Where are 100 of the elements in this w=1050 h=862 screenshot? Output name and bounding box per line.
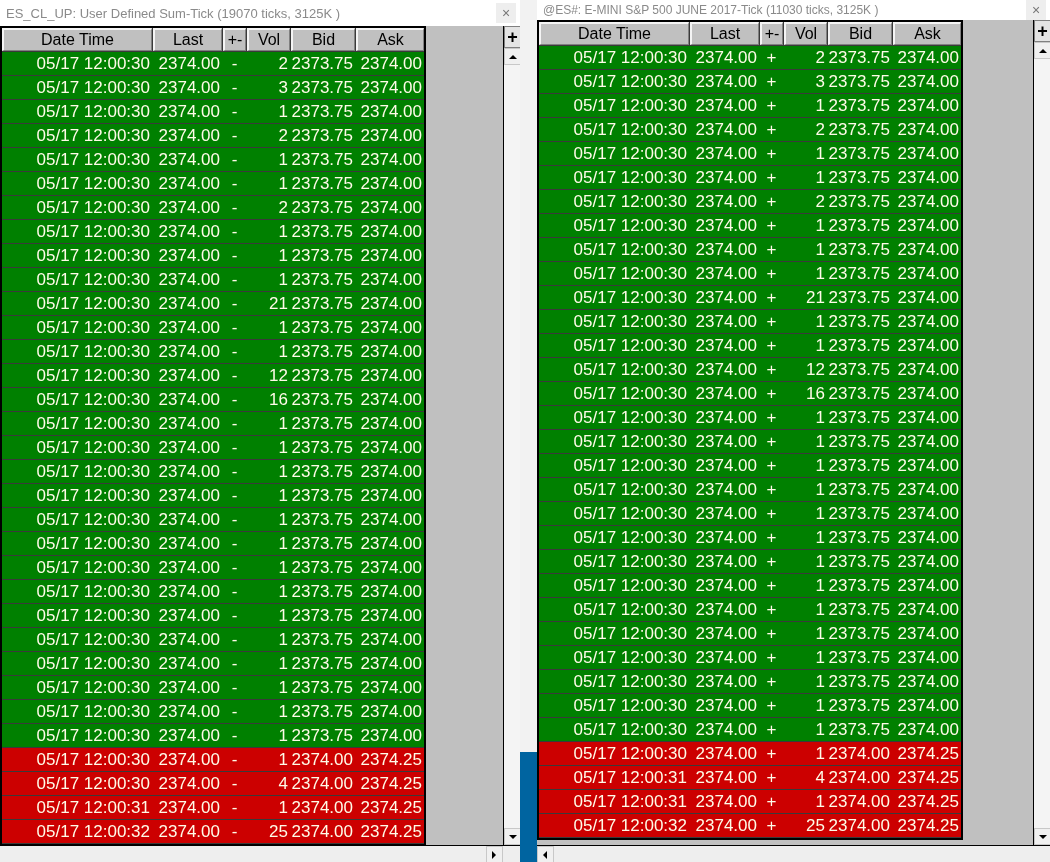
- table-cell-text: 05/17 12:00:30: [35, 628, 151, 651]
- table-cell-text: 2374.00: [157, 172, 221, 195]
- table-cell-text: -: [230, 292, 239, 315]
- table-cell-text: 2374.00: [694, 502, 758, 525]
- scroll-right-button[interactable]: [486, 846, 503, 862]
- table-cell-text: 2373.75: [828, 694, 891, 717]
- table-cell-text: 05/17 12:00:30: [572, 70, 688, 93]
- table-cell-text: +: [765, 166, 778, 189]
- table-cell-text: 1: [277, 316, 289, 339]
- close-button[interactable]: ×: [1026, 0, 1046, 20]
- column-header[interactable]: Vol: [784, 22, 827, 45]
- table-cell-text: 25: [268, 820, 289, 843]
- table-cell-text: 05/17 12:00:30: [572, 238, 688, 261]
- scroll-up-button[interactable]: [504, 48, 520, 65]
- table-cell-text: 2374.00: [896, 406, 960, 429]
- table-cell-text: 21: [805, 286, 826, 309]
- column-header[interactable]: Vol: [247, 28, 290, 51]
- table-cell-text: 2374.00: [359, 556, 423, 579]
- scroll-down-button[interactable]: [504, 828, 520, 845]
- table-cell-text: 1: [814, 166, 826, 189]
- table-cell-text: -: [230, 652, 239, 675]
- scroll-left-button[interactable]: [537, 846, 554, 862]
- table-cell-text: 05/17 12:00:30: [35, 364, 151, 387]
- table-cell-text: 2373.75: [828, 214, 891, 237]
- table-cell-text: -: [230, 508, 239, 531]
- table-cell-text: 2374.00: [828, 742, 891, 765]
- table-cell-text: 2373.75: [291, 340, 354, 363]
- table-cell-text: 2374.00: [896, 622, 960, 645]
- table-cell-text: 1: [277, 652, 289, 675]
- table-cell-text: 1: [277, 244, 289, 267]
- column-header[interactable]: Date Time: [539, 22, 689, 45]
- add-button[interactable]: +: [504, 26, 520, 48]
- table-cell-text: 05/17 12:00:30: [35, 172, 151, 195]
- table-cell-text: 2373.75: [291, 364, 354, 387]
- table-cell-text: 2374.00: [157, 820, 221, 843]
- table-cell-text: +: [765, 550, 778, 573]
- table-cell-text: +: [765, 646, 778, 669]
- table-cell-text: 2374.00: [359, 148, 423, 171]
- column-header[interactable]: Ask: [356, 28, 424, 51]
- table-cell-text: 2374.00: [896, 382, 960, 405]
- table-cell-text: +: [765, 766, 778, 789]
- table-cell-text: 2: [277, 124, 289, 147]
- horizontal-scrollbar[interactable]: [537, 845, 1050, 862]
- table-cell-text: 2374.00: [157, 700, 221, 723]
- table-cell-text: 05/17 12:00:30: [35, 76, 151, 99]
- table-cell-text: 05/17 12:00:30: [35, 748, 151, 771]
- scroll-down-button[interactable]: [1034, 828, 1050, 845]
- table-cell-text: 2374.00: [694, 310, 758, 333]
- table-cell-text: -: [230, 628, 239, 651]
- column-header[interactable]: Ask: [893, 22, 961, 45]
- table-cell-text: 05/17 12:00:30: [35, 124, 151, 147]
- table-cell-text: 05/17 12:00:30: [35, 268, 151, 291]
- table-cell-text: +: [765, 262, 778, 285]
- table-cell-text: 2374.25: [896, 790, 960, 813]
- table-cell-text: 1: [277, 460, 289, 483]
- table-cell-text: 2374.00: [359, 532, 423, 555]
- table-cell-text: 1: [814, 406, 826, 429]
- table-cell-text: 05/17 12:00:30: [572, 502, 688, 525]
- table-cell-text: 2374.00: [359, 412, 423, 435]
- table-cell-text: -: [230, 580, 239, 603]
- table-cell-text: 2374.00: [828, 790, 891, 813]
- table-cell-text: 1: [814, 790, 826, 813]
- horizontal-scrollbar[interactable]: [0, 845, 520, 862]
- table-cell-text: 2373.75: [828, 646, 891, 669]
- table-cell-text: 2374.00: [694, 358, 758, 381]
- vertical-scrollbar[interactable]: +: [1033, 20, 1050, 845]
- table-cell-text: 2373.75: [828, 238, 891, 261]
- table-cell-text: 2374.00: [694, 46, 758, 69]
- table-cell-text: 2373.75: [291, 676, 354, 699]
- table-cell-text: +: [765, 502, 778, 525]
- table-cell-text: -: [230, 364, 239, 387]
- scroll-up-button[interactable]: [1034, 42, 1050, 59]
- table-cell-text: 2374.00: [694, 94, 758, 117]
- table-cell-text: 2373.75: [291, 172, 354, 195]
- table-cell-text: 05/17 12:00:30: [572, 286, 688, 309]
- add-button[interactable]: +: [1034, 20, 1050, 42]
- table-cell-text: 2374.25: [359, 772, 423, 795]
- table-cell-text: 2374.00: [359, 580, 423, 603]
- column-header[interactable]: Last: [690, 22, 759, 45]
- table-cell-text: 2374.00: [291, 796, 354, 819]
- table-cell-text: 2373.75: [828, 550, 891, 573]
- column-header[interactable]: +-: [760, 22, 783, 45]
- column-header[interactable]: Date Time: [2, 28, 152, 51]
- table-cell-text: 05/17 12:00:30: [572, 142, 688, 165]
- column-header[interactable]: +-: [223, 28, 246, 51]
- table-cell-text: 4: [814, 766, 826, 789]
- column-header[interactable]: Bid: [828, 22, 892, 45]
- table-cell-text: 05/17 12:00:30: [35, 676, 151, 699]
- table-cell-text: -: [230, 460, 239, 483]
- table-cell-text: 2374.00: [896, 430, 960, 453]
- table-cell-text: 2374.00: [359, 364, 423, 387]
- vertical-scrollbar[interactable]: +: [503, 26, 520, 845]
- table-cell-text: 1: [814, 310, 826, 333]
- close-button[interactable]: ×: [496, 3, 516, 23]
- column-header[interactable]: Last: [153, 28, 222, 51]
- table-cell-text: +: [765, 574, 778, 597]
- table-cell-text: 2374.00: [291, 772, 354, 795]
- table-cell-text: 05/17 12:00:30: [35, 100, 151, 123]
- column-header[interactable]: Bid: [291, 28, 355, 51]
- table-cell-text: 1: [814, 142, 826, 165]
